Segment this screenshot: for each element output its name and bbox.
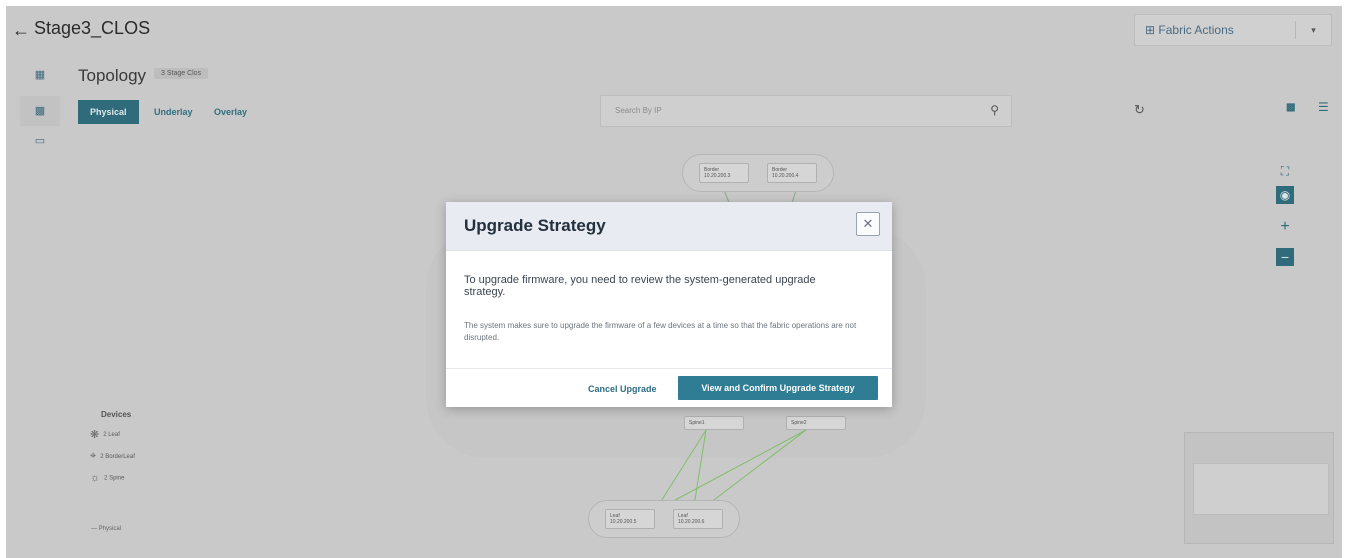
border-node-2-ip: 10.20.200.4: [772, 173, 799, 179]
modal-title: Upgrade Strategy: [464, 216, 606, 235]
modal-message: To upgrade firmware, you need to review …: [464, 274, 816, 298]
legend-borderleaf-label: 2 BorderLeaf: [100, 454, 135, 461]
upgrade-strategy-modal: Upgrade Strategy ✕ To upgrade firmware, …: [446, 202, 892, 407]
leaf-node-group: Leaf 10.20.200.5 Leaf 10.20.200.6: [588, 500, 740, 538]
leaf-node-2[interactable]: Leaf 10.20.200.6: [673, 509, 723, 529]
border-node-1[interactable]: Border 10.20.200.3: [699, 163, 749, 183]
leaf-icon: ❋: [90, 429, 100, 441]
cancel-upgrade-button[interactable]: Cancel Upgrade: [588, 384, 657, 394]
spine-icon: ☼: [90, 472, 101, 484]
legend-physical-link: — Physical: [91, 526, 122, 532]
legend-title: Devices: [101, 410, 132, 419]
modal-header: Upgrade Strategy ✕: [446, 202, 892, 251]
border-node-1-ip: 10.20.200.3: [704, 173, 731, 179]
legend-item-leaf: ❋ 2 Leaf: [90, 428, 120, 441]
spine-node-2-label: Spine2: [791, 420, 807, 426]
border-node-group: Border 10.20.200.3 Border 10.20.200.4: [682, 154, 834, 192]
border-leaf-icon: ⌖: [90, 450, 97, 462]
leaf-node-1[interactable]: Leaf 10.20.200.5: [605, 509, 655, 529]
spine-node-1[interactable]: Spine1: [684, 416, 744, 430]
spine-node-2[interactable]: Spine2: [786, 416, 846, 430]
border-node-2[interactable]: Border 10.20.200.4: [767, 163, 817, 183]
spine-node-1-label: Spine1: [689, 420, 705, 426]
legend-spine-label: 2 Spine: [104, 475, 125, 482]
leaf-node-2-ip: 10.20.200.6: [678, 519, 705, 525]
confirm-upgrade-strategy-button[interactable]: View and Confirm Upgrade Strategy: [678, 376, 878, 400]
topology-minimap[interactable]: [1184, 432, 1334, 544]
legend-item-spine: ☼ 2 Spine: [90, 472, 124, 484]
leaf-node-1-ip: 10.20.200.5: [610, 519, 637, 525]
modal-footer: Cancel Upgrade View and Confirm Upgrade …: [446, 368, 892, 408]
modal-note: The system makes sure to upgrade the fir…: [464, 321, 857, 342]
legend-item-borderleaf: ⌖ 2 BorderLeaf: [90, 450, 135, 463]
close-icon[interactable]: ✕: [856, 212, 880, 236]
legend-leaf-label: 2 Leaf: [103, 432, 120, 439]
minimap-viewport[interactable]: [1193, 463, 1329, 515]
